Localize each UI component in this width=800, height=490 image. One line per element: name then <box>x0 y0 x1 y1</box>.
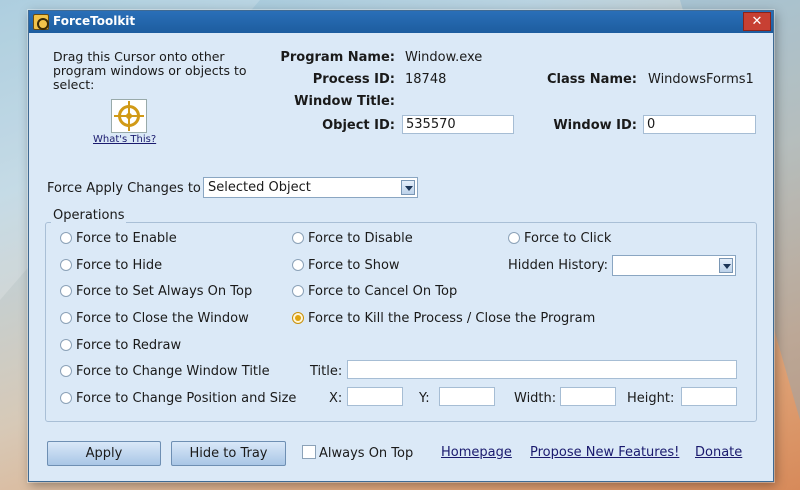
window-title: ForceToolkit <box>53 14 136 28</box>
window-id-label: Window ID: <box>553 118 637 133</box>
class-name-value: WindowsForms10 <box>648 72 754 87</box>
propose-features-link[interactable]: Propose New Features! <box>530 445 679 460</box>
new-title-field[interactable] <box>347 360 737 379</box>
y-field[interactable] <box>439 387 495 406</box>
force-click-label[interactable]: Force to Click <box>524 231 611 246</box>
always-on-top-label[interactable]: Always On Top <box>319 446 413 461</box>
width-field[interactable] <box>560 387 616 406</box>
hidden-history-label: Hidden History: <box>508 258 608 273</box>
force-always-on-top-label[interactable]: Force to Set Always On Top <box>76 284 252 299</box>
new-title-label: Title: <box>310 364 343 379</box>
window-id-field[interactable]: 0 <box>643 115 756 134</box>
always-on-top-checkbox[interactable] <box>302 445 316 459</box>
program-name-value: Window.exe <box>405 50 483 65</box>
force-change-title-label[interactable]: Force to Change Window Title <box>76 364 270 379</box>
program-name-label: Program Name: <box>280 50 395 65</box>
whats-this-link[interactable]: What's This? <box>93 134 156 145</box>
height-field[interactable] <box>681 387 737 406</box>
operations-title: Operations <box>51 208 127 223</box>
force-show-label[interactable]: Force to Show <box>308 258 400 273</box>
drag-instructions-line: program windows or objects to <box>53 63 247 78</box>
radio-force-cancel-on-top[interactable] <box>292 285 304 297</box>
title-bar[interactable]: ForceToolkit ✕ <box>29 11 773 33</box>
x-field[interactable] <box>347 387 403 406</box>
homepage-link[interactable]: Homepage <box>441 445 512 460</box>
apply-button[interactable]: Apply <box>47 441 161 466</box>
force-change-position-label[interactable]: Force to Change Position and Size <box>76 391 296 406</box>
hidden-history-dropdown[interactable] <box>612 255 736 276</box>
apply-to-dropdown[interactable]: Selected Object <box>203 177 418 198</box>
chevron-down-icon[interactable] <box>719 258 733 273</box>
drag-instructions-line: select: <box>53 77 95 92</box>
radio-force-change-position[interactable] <box>60 392 72 404</box>
force-hide-label[interactable]: Force to Hide <box>76 258 162 273</box>
radio-force-click[interactable] <box>508 232 520 244</box>
force-cancel-on-top-label[interactable]: Force to Cancel On Top <box>308 284 457 299</box>
force-disable-label[interactable]: Force to Disable <box>308 231 413 246</box>
process-id-label: Process ID: <box>312 72 395 87</box>
radio-force-change-title[interactable] <box>60 365 72 377</box>
hide-to-tray-button[interactable]: Hide to Tray <box>171 441 286 466</box>
radio-force-disable[interactable] <box>292 232 304 244</box>
crosshair-target-icon[interactable] <box>111 99 147 133</box>
drag-instructions: Drag this Cursor onto other program wind… <box>53 50 283 92</box>
height-label: Height: <box>627 391 675 406</box>
y-label: Y: <box>419 391 430 406</box>
radio-force-close-window[interactable] <box>60 312 72 324</box>
donate-link[interactable]: Donate <box>695 445 742 460</box>
force-enable-label[interactable]: Force to Enable <box>76 231 177 246</box>
apply-to-label: Force Apply Changes to <box>47 181 201 196</box>
force-close-window-label[interactable]: Force to Close the Window <box>76 311 249 326</box>
force-redraw-label[interactable]: Force to Redraw <box>76 338 181 353</box>
x-label: X: <box>329 391 343 406</box>
process-id-value: 18748 <box>405 72 447 87</box>
app-icon <box>33 14 49 30</box>
radio-force-show[interactable] <box>292 259 304 271</box>
chevron-down-icon[interactable] <box>401 180 415 195</box>
force-kill-process-label[interactable]: Force to Kill the Process / Close the Pr… <box>308 311 595 326</box>
radio-force-always-on-top[interactable] <box>60 285 72 297</box>
object-id-label: Object ID: <box>322 118 395 133</box>
width-label: Width: <box>514 391 557 406</box>
radio-force-redraw[interactable] <box>60 339 72 351</box>
apply-to-selected: Selected Object <box>208 180 311 195</box>
close-button[interactable]: ✕ <box>743 12 771 31</box>
radio-force-hide[interactable] <box>60 259 72 271</box>
object-id-field[interactable]: 535570 <box>402 115 514 134</box>
drag-instructions-line: Drag this Cursor onto other <box>53 49 225 64</box>
window-title-label: Window Title: <box>294 94 395 109</box>
radio-force-enable[interactable] <box>60 232 72 244</box>
force-toolkit-window: ForceToolkit ✕ Drag this Cursor onto oth… <box>28 10 774 482</box>
radio-force-kill-process[interactable] <box>292 312 304 324</box>
class-name-label: Class Name: <box>547 72 637 87</box>
